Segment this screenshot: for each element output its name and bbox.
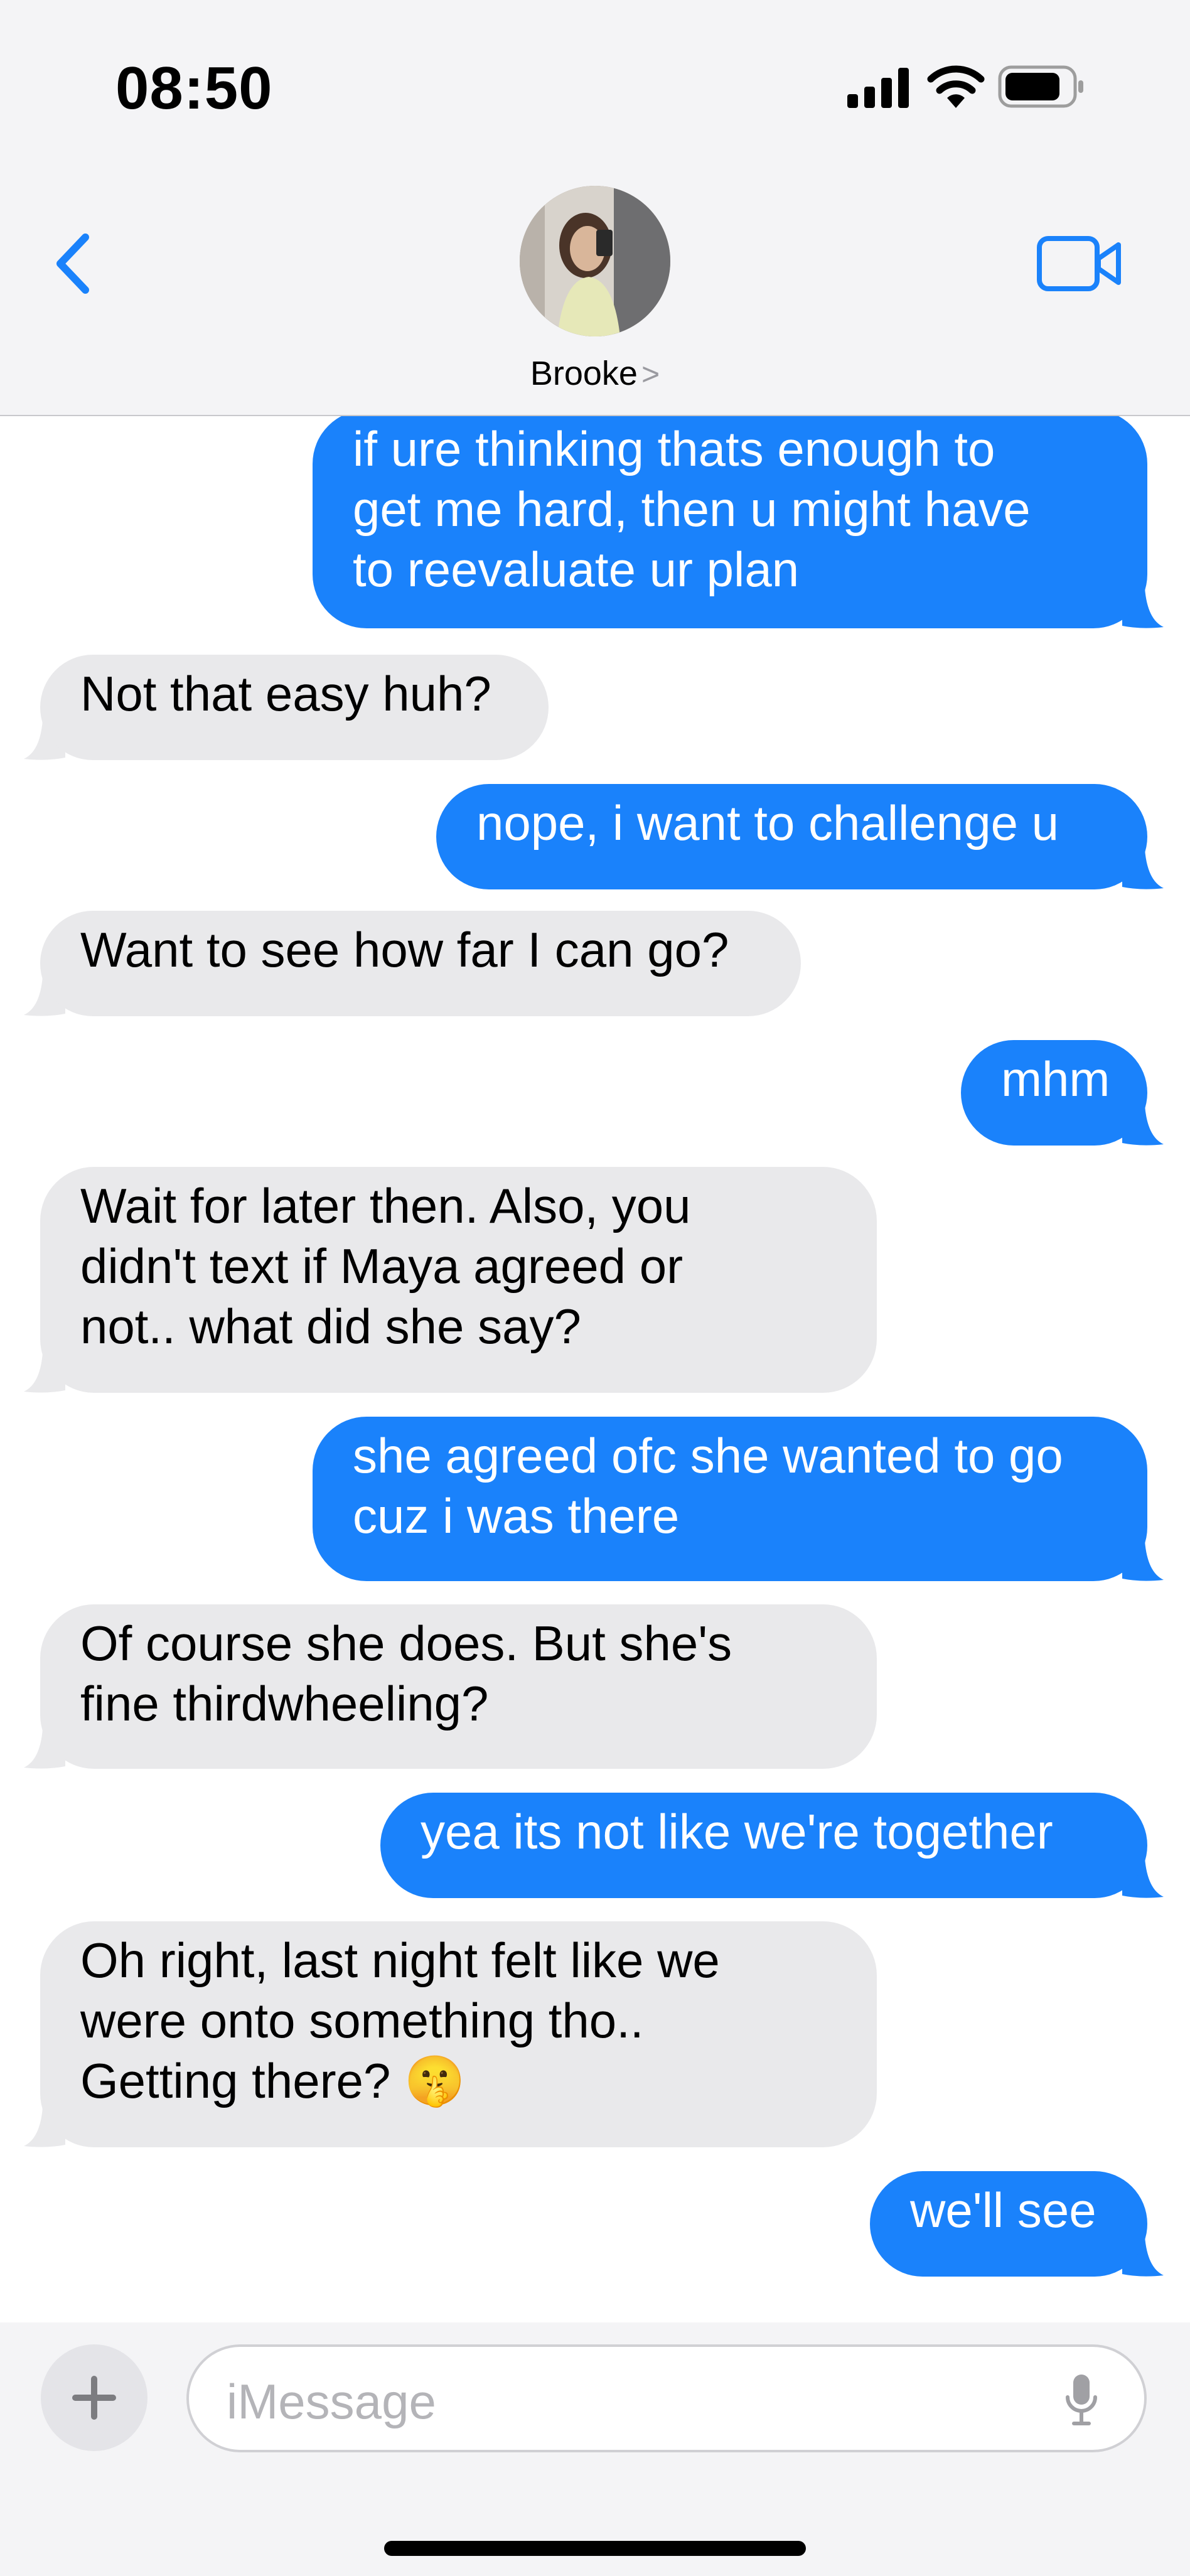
received-message-bubble[interactable]: Want to see how far I can go? [40, 911, 801, 1016]
microphone-icon[interactable] [1063, 2372, 1100, 2428]
chevron-left-icon [56, 233, 89, 294]
sent-message-bubble[interactable]: we'll see [870, 2171, 1147, 2277]
sent-message-bubble[interactable]: yea its not like we're together [380, 1793, 1147, 1898]
home-indicator[interactable] [384, 2541, 806, 2556]
received-message-bubble[interactable]: Of course she does. But she's fine third… [40, 1604, 877, 1769]
status-time: 08:50 [115, 55, 273, 122]
video-camera-icon [1037, 236, 1121, 291]
sent-message-bubble[interactable]: nope, i want to challenge u [436, 784, 1147, 889]
contact-name: Brooke [530, 355, 638, 392]
contact-name-button[interactable]: Brooke > [0, 354, 1190, 393]
sent-message-bubble[interactable]: she agreed ofc she wanted to go cuz i wa… [313, 1417, 1147, 1581]
battery-icon [998, 65, 1083, 108]
chevron-right-icon: > [641, 357, 660, 392]
message-placeholder: iMessage [227, 2374, 436, 2429]
received-message-bubble[interactable]: Not that easy huh? [40, 655, 549, 760]
cellular-signal-icon [847, 68, 909, 108]
contact-avatar[interactable] [520, 186, 670, 336]
wifi-icon [927, 65, 985, 108]
received-message-bubble[interactable]: Wait for later then. Also, you didn't te… [40, 1167, 877, 1393]
apps-plus-button[interactable] [41, 2344, 147, 2451]
sent-message-bubble[interactable]: if ure thinking thats enough to get me h… [313, 416, 1147, 628]
received-message-bubble[interactable]: Oh right, last night felt like we were o… [40, 1921, 877, 2147]
back-button[interactable] [44, 226, 107, 301]
message-input[interactable]: iMessage [186, 2344, 1147, 2452]
avatar-photo [520, 186, 670, 336]
message-composer: iMessage [0, 2322, 1190, 2576]
sent-message-bubble[interactable]: mhm [961, 1040, 1147, 1146]
conversation-header: 08:50 Brooke > [0, 0, 1190, 416]
message-thread[interactable]: if ure thinking thats enough to get me h… [0, 416, 1190, 2322]
plus-icon [72, 2376, 116, 2420]
facetime-video-button[interactable] [1036, 232, 1123, 295]
